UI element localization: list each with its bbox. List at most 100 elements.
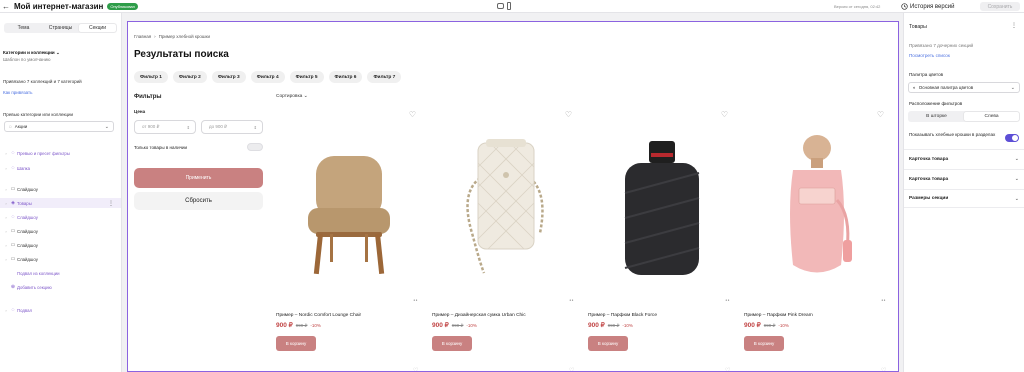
stepper-icon: ⇕ [253,124,257,130]
chevron-down-icon: ⌄ [1010,84,1015,91]
filter-chip[interactable]: Фильтр 3 [211,71,246,83]
filters-left-option[interactable]: Слева [964,112,1019,121]
tree-item[interactable]: › ◌ Превью и пресет фильтры [0,148,121,158]
breadcrumb: Главная › Пример хлебной крошки [134,34,210,39]
tree-item[interactable]: › ▭ Слайдшоу [0,240,121,250]
breadcrumbs-toggle[interactable] [1005,134,1019,142]
palette-icon: ◐ [913,85,916,90]
product-old-price: 999 ₽ [451,323,464,328]
preview-select[interactable]: ◌ Акции ⌄ [4,121,114,132]
heart-icon[interactable]: ♡ [413,367,418,371]
more-icon[interactable]: ⋮ [1011,22,1017,29]
how-to-bind-link[interactable]: Как привязать [3,90,32,95]
filter-chip[interactable]: Фильтр 5 [289,71,324,83]
chair-image [307,155,390,274]
accordion-product-card[interactable]: Карточка товара ⌄ [904,149,1024,168]
price-to-input[interactable]: до 900 ₽ ⇕ [201,120,263,134]
product-card[interactable]: ♡ ●● Пример – Парфюм Black Force 900 ₽ 9… [588,108,733,358]
block-icon: ◌ [11,307,15,313]
tab-sections[interactable]: Секции [79,24,116,32]
carousel-dots[interactable]: ●● [725,298,730,302]
add-section-button[interactable]: ⊕ Добавить секцию [0,282,121,292]
tree-item[interactable]: › ◌ Слайдшоу [0,212,121,222]
add-to-cart-button[interactable]: В корзину [744,336,784,351]
add-to-cart-button[interactable]: В корзину [276,336,316,351]
product-image[interactable] [744,120,889,295]
heart-icon[interactable]: ♡ [409,110,416,119]
heart-icon[interactable]: ♡ [877,110,884,119]
plus-circle-icon: ⊕ [10,284,16,290]
more-icon[interactable]: ⋮ [108,200,114,207]
chevron-down-icon: ⌄ [104,123,109,130]
product-name[interactable]: Пример – Парфюм Pink Dream [744,313,813,318]
tree-item[interactable]: › ▭ Слайдшоу [0,226,121,236]
tab-pages[interactable]: Страницы [42,24,79,32]
filter-chip[interactable]: Фильтр 1 [134,71,168,83]
carousel-dots[interactable]: ●● [413,298,418,302]
breadcrumb-home[interactable]: Главная [134,34,151,39]
product-image[interactable] [432,120,577,295]
breadcrumbs-toggle-label: Показывать хлебные крошки в разделах [909,132,996,137]
product-card[interactable]: ♡ ●● Пример – Парфюм Pink Dream 900 ₽ 99… [744,108,889,358]
breadcrumb-current: Пример хлебной крошки [158,34,210,39]
back-arrow-icon[interactable]: ← [0,2,12,11]
product-name[interactable]: Пример – Nordic Comfort Lounge Chair [276,313,361,318]
tree-item[interactable]: › ◌ Шапка [0,163,121,173]
filter-chip[interactable]: Фильтр 4 [250,71,285,83]
desktop-icon[interactable] [497,3,504,9]
accordion-label: Карточка товара [909,176,949,182]
in-stock-toggle[interactable] [247,143,263,151]
heart-icon[interactable]: ♡ [565,110,572,119]
view-list-link[interactable]: Посмотреть список [909,53,950,58]
filters-title: Фильтры [134,94,162,100]
filter-chip[interactable]: Фильтр 7 [367,71,402,83]
product-card[interactable]: ♡ ●● Пример – Nordic Comfort Lounge Chai… [276,108,421,358]
heart-icon[interactable]: ♡ [721,110,728,119]
history-button[interactable]: История версий [897,1,958,12]
tree-item-label: Слайдшоу [17,228,38,234]
products-icon: ◈ [11,200,15,206]
tree-item[interactable]: Подвал из коллекции [0,268,121,278]
palette-select[interactable]: ◐ Основная палитра цветов ⌄ [908,82,1020,93]
reset-button[interactable]: Сбросить [134,192,263,210]
heart-icon[interactable]: ♡ [881,367,886,371]
preview-canvas: Главная › Пример хлебной крошки Результаты… [127,21,899,372]
heart-icon[interactable]: ♡ [725,367,730,371]
block-icon: ◌ [11,150,15,156]
section-title[interactable]: Категории и коллекции ⌄ [3,50,60,56]
tree-item[interactable]: › ▭ Слайдшоу [0,184,121,194]
slideshow-icon: ▭ [10,242,16,248]
slideshow-icon: ▭ [10,256,16,262]
carousel-dots[interactable]: ●● [569,298,574,302]
filter-chip[interactable]: Фильтр 2 [172,71,207,83]
product-price: 900 ₽ [276,322,293,329]
tree-item-label: Слайдшоу [17,242,38,248]
published-badge: Опубликован [107,2,138,10]
price-from-input[interactable]: от 900 ₽ ⇕ [134,120,196,134]
tree-item[interactable]: › ▭ Слайдшоу [0,254,121,264]
product-image[interactable] [276,120,421,295]
tree-item-footer[interactable]: › ◌ Подвал [0,305,121,315]
accordion-section-size[interactable]: Размеры секции ⌄ [904,189,1024,208]
save-button[interactable]: Сохранить [980,2,1020,11]
add-to-cart-button[interactable]: В корзину [432,336,472,351]
sort-dropdown[interactable]: Сортировка ⌄ [276,94,308,99]
tab-theme[interactable]: Тема [5,24,42,32]
tree-item-label: Превью и пресет фильтры [17,150,70,156]
accordion-product-card[interactable]: Карточка товара ⌄ [904,169,1024,188]
product-prices: 900 ₽ 999 ₽ -10% [588,321,633,329]
product-image[interactable] [588,120,733,295]
product-name[interactable]: Пример – Парфюм Black Force [588,313,657,318]
apply-button[interactable]: Применить [134,168,263,188]
heart-icon[interactable]: ♡ [569,367,574,371]
preview-label: Превью категории или коллекции [3,112,74,117]
product-card[interactable]: ♡ ●● Пример – Дизайнерская сумка Urban C… [432,108,577,358]
filter-chip[interactable]: Фильтр 6 [328,71,363,83]
add-to-cart-button[interactable]: В корзину [588,336,628,351]
tree-item-selected[interactable]: › ◈ Товары ⋮ [0,198,121,208]
product-name[interactable]: Пример – Дизайнерская сумка Urban Chic [432,313,526,318]
price-from-placeholder: от 900 ₽ [142,124,160,129]
mobile-icon[interactable] [507,2,511,10]
carousel-dots[interactable]: ●● [881,298,886,302]
filters-drawer-option[interactable]: В шторке [909,112,964,121]
